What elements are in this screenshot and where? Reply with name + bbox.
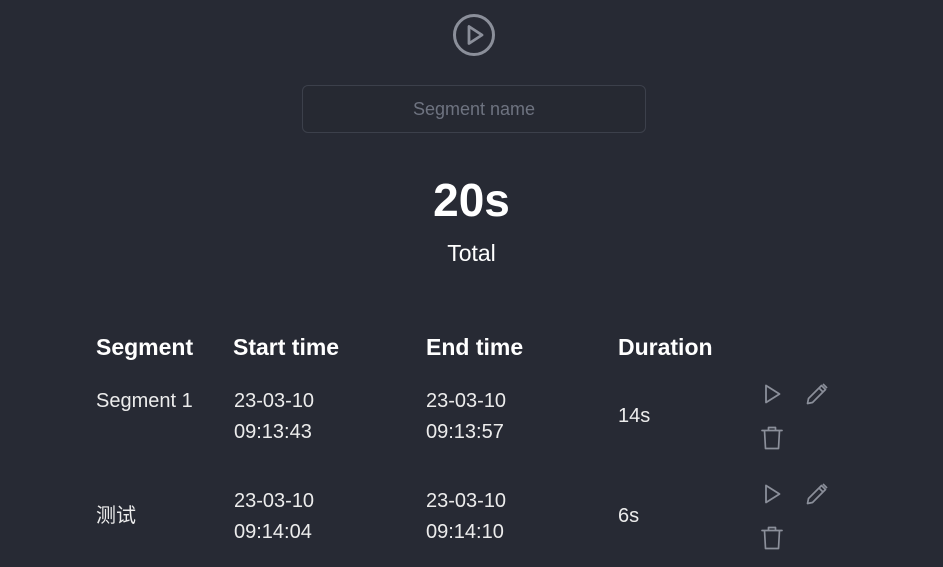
play-main-button[interactable]	[452, 13, 496, 57]
duration-cell: 6s	[618, 505, 640, 527]
total-duration-value: 20s	[433, 174, 510, 226]
play-circle-icon	[453, 14, 495, 56]
start-date-cell: 23-03-10	[234, 490, 315, 512]
header-end-time: End time	[426, 334, 524, 360]
pencil-icon	[806, 483, 828, 505]
delete-segment-button[interactable]	[757, 423, 787, 453]
end-time-cell: 09:13:57	[426, 421, 504, 443]
edit-segment-button[interactable]	[802, 479, 832, 509]
pencil-icon	[806, 383, 828, 405]
header-segment: Segment	[96, 334, 194, 360]
start-time-cell: 09:14:04	[234, 521, 312, 543]
header-start-time: Start time	[233, 334, 340, 360]
header-duration: Duration	[618, 334, 713, 360]
segment-name-cell: Segment 1	[96, 390, 193, 412]
start-date-cell: 23-03-10	[234, 390, 315, 412]
total-label: Total	[447, 240, 496, 266]
duration-cell: 14s	[618, 405, 651, 427]
play-icon	[765, 484, 781, 504]
play-segment-button[interactable]	[757, 479, 787, 509]
end-date-cell: 23-03-10	[426, 490, 507, 512]
edit-segment-button[interactable]	[802, 379, 832, 409]
end-time-cell: 09:14:10	[426, 521, 504, 543]
play-icon	[765, 384, 781, 404]
trash-icon	[761, 426, 783, 450]
start-time-cell: 09:13:43	[234, 421, 312, 443]
play-segment-button[interactable]	[757, 379, 787, 409]
segment-name-input[interactable]	[302, 85, 646, 133]
segment-name-cell: 测试	[96, 505, 136, 527]
trash-icon	[761, 526, 783, 550]
end-date-cell: 23-03-10	[426, 390, 507, 412]
delete-segment-button[interactable]	[757, 523, 787, 553]
